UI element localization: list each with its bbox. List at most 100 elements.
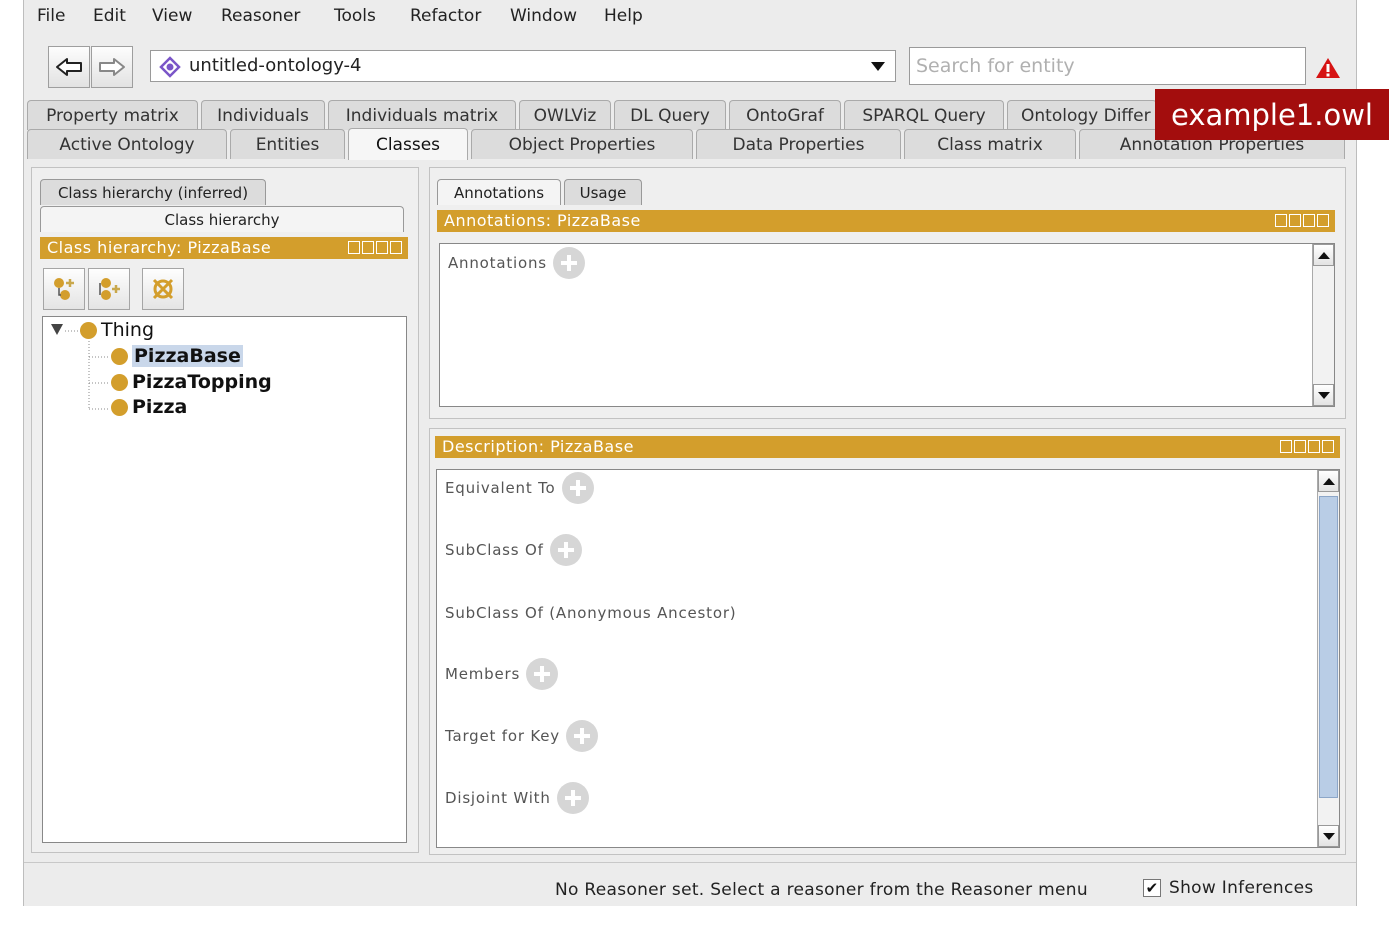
show-inferences-label: Show Inferences [1169,878,1314,898]
tab-individuals-matrix[interactable]: Individuals matrix [328,100,516,130]
maximize-view-icon[interactable] [1308,440,1320,453]
members-section: Members [445,658,559,690]
tree-node-pizza[interactable]: Pizza [111,396,187,418]
tab-dl-query[interactable]: DL Query [614,100,726,130]
add-member-button[interactable] [526,658,559,690]
section-label: SubClass Of (Anonymous Ancestor) [445,604,737,622]
scroll-down-arrow-icon[interactable] [1313,384,1334,406]
class-tree: Thing PizzaBase PizzaTopping Pizza [42,316,407,843]
arrow-right-icon [99,58,125,76]
split-view-icon[interactable] [1280,440,1292,453]
add-equivalent-button[interactable] [561,472,594,504]
tab-class-matrix[interactable]: Class matrix [904,129,1076,159]
show-inferences-toggle[interactable]: ✔ Show Inferences [1143,878,1314,898]
menu-file[interactable]: File [37,6,65,26]
section-label: SubClass Of [445,541,544,559]
add-subclass-icon [54,278,74,300]
tree-node-label: PizzaTopping [132,371,272,393]
add-disjoint-button[interactable] [556,782,589,814]
tab-class-hierarchy[interactable]: Class hierarchy [40,206,404,232]
protege-window: File Edit View Reasoner Tools Refactor W… [23,0,1389,906]
class-hierarchy-header: Class hierarchy: PizzaBase [40,237,408,259]
section-label: Annotations [448,254,547,272]
warning-icon[interactable] [1315,56,1341,80]
add-subclass-button[interactable] [43,268,85,310]
tab-classes[interactable]: Classes [348,128,468,160]
show-inferences-checkbox[interactable]: ✔ [1143,879,1161,897]
tab-individuals[interactable]: Individuals [201,100,325,130]
maximize-view-icon[interactable] [1303,214,1315,227]
class-icon [80,321,97,339]
menu-refactor[interactable]: Refactor [410,6,481,26]
tab-entities[interactable]: Entities [230,129,345,159]
search-input[interactable] [909,47,1306,85]
anonymous-ancestor-section: SubClass Of (Anonymous Ancestor) [445,604,736,622]
scroll-down-arrow-icon[interactable] [1318,825,1339,847]
forward-button[interactable] [91,46,133,88]
view-controls[interactable] [1280,440,1334,453]
tab-owlviz[interactable]: OWLViz [519,100,611,130]
description-header: Description: PizzaBase [435,436,1340,458]
tab-class-hierarchy-inferred[interactable]: Class hierarchy (inferred) [40,179,266,205]
menu-edit[interactable]: Edit [93,6,126,26]
delete-class-icon [152,278,174,300]
minimize-view-icon[interactable] [362,241,374,254]
tab-usage[interactable]: Usage [564,179,642,205]
tree-node-thing[interactable]: Thing [80,319,154,341]
menu-help[interactable]: Help [604,6,643,26]
split-view-icon[interactable] [348,241,360,254]
tab-active-ontology[interactable]: Active Ontology [27,129,227,159]
menu-window[interactable]: Window [510,6,577,26]
annotations-list: Annotations [439,243,1335,407]
annotations-title: Annotations: PizzaBase [444,211,641,230]
annotations-scrollbar[interactable] [1312,244,1334,406]
menu-view[interactable]: View [152,6,192,26]
tab-data-properties[interactable]: Data Properties [696,129,901,159]
menu-tools[interactable]: Tools [334,6,376,26]
description-list: Equivalent To SubClass Of SubClass Of (A… [436,469,1340,848]
add-sibling-icon [99,278,120,300]
view-controls[interactable] [1275,214,1329,227]
close-view-icon[interactable] [1317,214,1329,227]
add-superclass-button[interactable] [549,534,582,566]
ontology-selector[interactable]: untitled-ontology-4 [150,50,896,82]
add-sibling-button[interactable] [88,268,130,310]
tab-ontology-differences[interactable]: Ontology Differ [1007,100,1157,130]
annotations-header: Annotations: PizzaBase [437,210,1335,232]
subclass-of-section: SubClass Of [445,534,582,566]
close-view-icon[interactable] [390,241,402,254]
description-title: Description: PizzaBase [442,437,634,456]
tree-node-label: Pizza [132,396,188,418]
scroll-thumb[interactable] [1319,496,1338,798]
tree-node-pizzabase[interactable]: PizzaBase [111,345,243,367]
minimize-view-icon[interactable] [1294,440,1306,453]
class-icon [111,347,128,365]
split-view-icon[interactable] [1275,214,1287,227]
add-annotation-button[interactable] [552,247,585,279]
description-scrollbar[interactable] [1317,470,1339,847]
tab-object-properties[interactable]: Object Properties [471,129,693,159]
tab-sparql-query[interactable]: SPARQL Query [844,100,1004,130]
view-controls[interactable] [348,241,402,254]
scroll-up-arrow-icon[interactable] [1318,470,1339,492]
arrow-left-icon [56,58,82,76]
delete-class-button[interactable] [142,268,184,310]
tree-node-pizzatopping[interactable]: PizzaTopping [111,371,272,393]
chevron-down-icon[interactable] [871,62,885,71]
add-key-button[interactable] [565,720,598,752]
scroll-up-arrow-icon[interactable] [1313,244,1334,266]
tab-property-matrix[interactable]: Property matrix [27,100,198,130]
back-button[interactable] [48,46,90,88]
section-label: Target for Key [445,727,560,745]
minimize-view-icon[interactable] [1289,214,1301,227]
class-hierarchy-title: Class hierarchy: PizzaBase [47,238,272,257]
tab-annotations[interactable]: Annotations [437,179,561,205]
tab-ontograf[interactable]: OntoGraf [729,100,841,130]
section-label: Equivalent To [445,479,556,497]
close-view-icon[interactable] [1322,440,1334,453]
expand-toggle-icon [51,324,63,335]
tree-node-label: Thing [101,319,155,341]
maximize-view-icon[interactable] [376,241,388,254]
class-icon [111,373,128,391]
menu-reasoner[interactable]: Reasoner [221,6,300,26]
